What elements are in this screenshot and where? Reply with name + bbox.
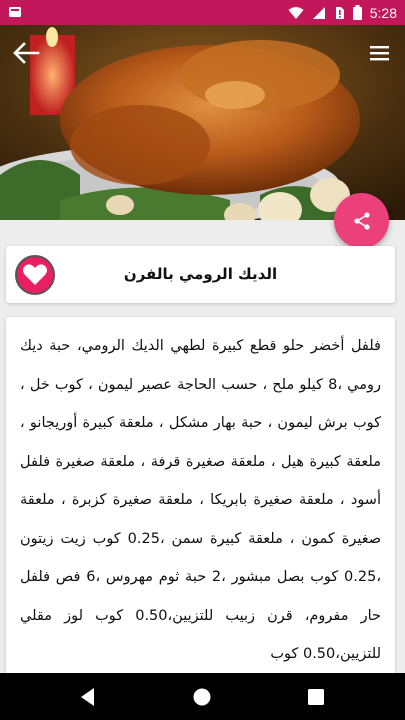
nav-back-icon[interactable] (76, 685, 100, 709)
no-sim-icon (335, 6, 344, 19)
battery-icon (352, 5, 362, 20)
heart-icon (23, 264, 47, 285)
wifi-icon (288, 6, 304, 19)
nav-recents-icon[interactable] (304, 685, 328, 709)
favorite-button[interactable] (15, 255, 55, 295)
recipe-ingredients-card[interactable]: فلفل أخضر حلو قطع كبيرة لطهي الديك الروم… (6, 317, 395, 687)
nav-home-icon[interactable] (190, 685, 214, 709)
signal-icon (312, 6, 325, 19)
arrow-back-icon (13, 42, 40, 64)
share-button[interactable] (334, 193, 389, 248)
menu-button[interactable] (363, 39, 395, 67)
recipe-hero-image (0, 25, 405, 220)
ingredients-text: فلفل أخضر حلو قطع كبيرة لطهي الديك الروم… (20, 338, 382, 662)
system-nav-bar (0, 673, 405, 720)
recipe-title: الديك الرومي بالفرن (123, 265, 278, 283)
hamburger-menu-icon (370, 46, 389, 61)
recipe-title-card: الديك الرومي بالفرن (6, 246, 395, 303)
system-icons: 5:28 (288, 0, 397, 25)
share-icon (353, 211, 370, 230)
app-notification-icon (9, 7, 21, 17)
back-button[interactable] (10, 39, 42, 67)
status-bar: 5:28 (0, 0, 405, 25)
roast-turkey-photo (0, 25, 405, 220)
status-time: 5:28 (369, 4, 397, 21)
